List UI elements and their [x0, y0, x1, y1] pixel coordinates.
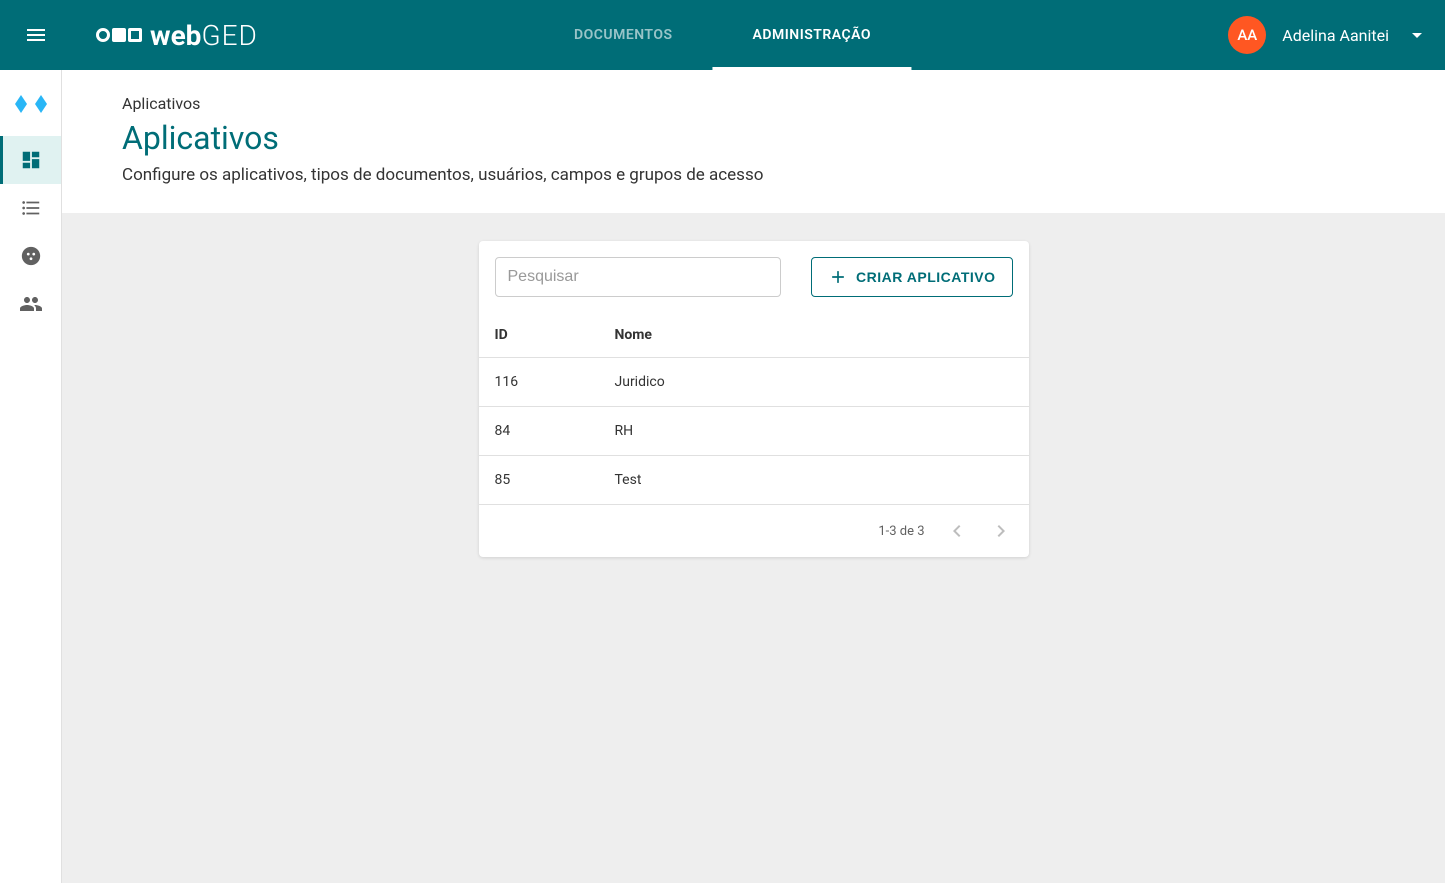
group-icon: [19, 292, 43, 316]
column-header-name[interactable]: Nome: [599, 313, 1029, 358]
sidebar: [0, 70, 62, 883]
menu-icon[interactable]: [16, 15, 56, 55]
tab-administracao[interactable]: ADMINISTRAÇÃO: [713, 0, 912, 70]
cell-name: RH: [599, 407, 1029, 456]
aplicativos-table: ID Nome 116 Juridico 84 RH: [479, 313, 1029, 505]
card-toolbar: CRIAR APLICATIVO: [479, 241, 1029, 313]
cell-name: Juridico: [599, 358, 1029, 407]
chevron-left-icon: [945, 519, 969, 543]
cell-id: 85: [479, 456, 599, 505]
table-row[interactable]: 85 Test: [479, 456, 1029, 505]
page-header: Aplicativos Aplicativos Configure os apl…: [62, 70, 1445, 213]
logo-text: webGED: [150, 19, 258, 52]
sidebar-item-brand[interactable]: [0, 80, 61, 128]
breadcrumb: Aplicativos: [122, 94, 1385, 113]
pagination-next[interactable]: [989, 519, 1013, 543]
pagination-text: 1-3 de 3: [878, 524, 924, 539]
sidebar-item-shared[interactable]: [0, 232, 61, 280]
page-title: Aplicativos: [122, 119, 1385, 157]
shared-icon: [20, 245, 42, 267]
column-header-id[interactable]: ID: [479, 313, 599, 358]
logo[interactable]: webGED: [96, 19, 258, 52]
username: Adelina Aanitei: [1282, 26, 1389, 45]
sidebar-item-list[interactable]: [0, 184, 61, 232]
plus-icon: [828, 267, 848, 287]
avatar: AA: [1228, 16, 1266, 54]
app-header: webGED DOCUMENTOS ADMINISTRAÇÃO AA Adeli…: [0, 0, 1445, 70]
pagination: 1-3 de 3: [479, 505, 1029, 557]
cell-name: Test: [599, 456, 1029, 505]
create-button[interactable]: CRIAR APLICATIVO: [811, 257, 1012, 297]
table-row[interactable]: 116 Juridico: [479, 358, 1029, 407]
tab-documentos[interactable]: DOCUMENTOS: [534, 0, 713, 70]
sidebar-item-users[interactable]: [0, 280, 61, 328]
aplicativos-card: CRIAR APLICATIVO ID Nome 116 Juridico: [479, 241, 1029, 557]
user-menu[interactable]: AA Adelina Aanitei: [1228, 16, 1429, 54]
nav-tabs: DOCUMENTOS ADMINISTRAÇÃO: [534, 0, 911, 70]
cell-id: 116: [479, 358, 599, 407]
cell-id: 84: [479, 407, 599, 456]
table-row[interactable]: 84 RH: [479, 407, 1029, 456]
chevron-right-icon: [989, 519, 1013, 543]
sidebar-item-dashboard[interactable]: [0, 136, 61, 184]
dashboard-icon: [20, 149, 42, 171]
page-subtitle: Configure os aplicativos, tipos de docum…: [122, 165, 1385, 185]
search-input[interactable]: [495, 257, 782, 297]
brand-icon: [13, 93, 49, 115]
create-button-label: CRIAR APLICATIVO: [856, 269, 995, 285]
chevron-down-icon: [1405, 23, 1429, 47]
pagination-prev[interactable]: [945, 519, 969, 543]
list-icon: [20, 197, 42, 219]
logo-shapes: [96, 28, 142, 42]
